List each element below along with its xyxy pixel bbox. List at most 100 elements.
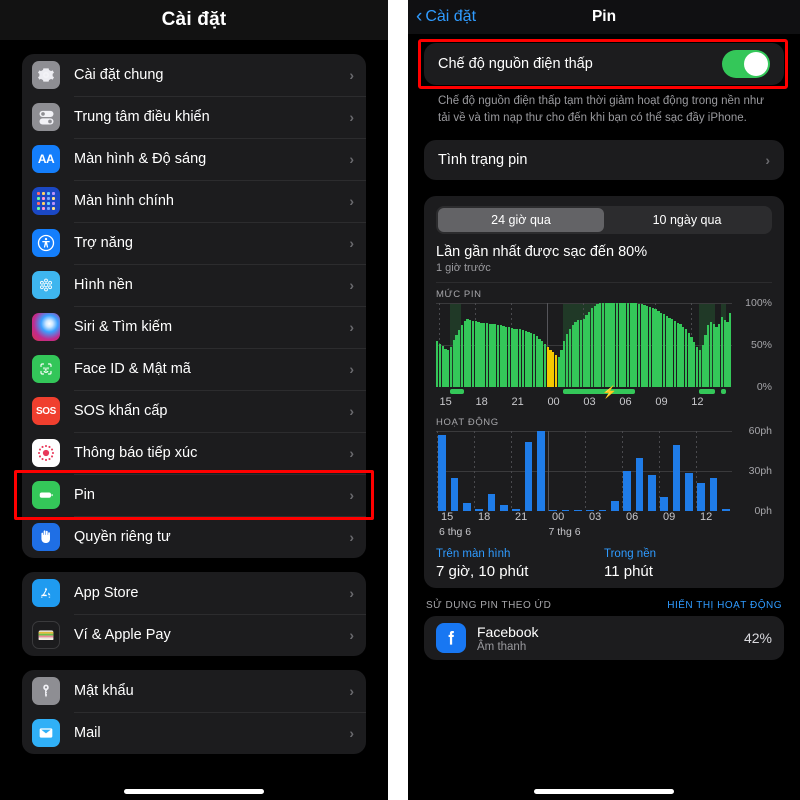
low-power-mode-footnote: Chế độ nguồn điện thấp tạm thời giảm hoạ… — [438, 95, 764, 124]
time-range-segmented-control[interactable]: 24 giờ qua 10 ngày qua — [436, 206, 772, 235]
y-tick-label: 30ph — [748, 465, 772, 478]
charging-segment — [720, 389, 727, 395]
chevron-right-icon: › — [349, 529, 354, 545]
chevron-right-icon: › — [349, 487, 354, 503]
activity-bar-slot — [498, 504, 510, 512]
low-power-mode-toggle[interactable] — [722, 50, 770, 78]
privacy-hand-icon — [32, 523, 60, 551]
chevron-right-icon: › — [349, 445, 354, 461]
stat-screen-on-key: Trên màn hình — [436, 548, 511, 561]
chevron-left-icon: ‹ — [416, 5, 423, 27]
chevron-right-icon: › — [349, 193, 354, 209]
sidebar-item-quy-n-ri-ng-t[interactable]: Quyền riêng tư › — [22, 516, 366, 558]
battery-content: Chế độ nguồn điện thấp Chế độ nguồn điện… — [408, 34, 800, 800]
activity-bar-slot — [535, 431, 547, 512]
home-indicator-left — [124, 789, 264, 794]
sidebar-item-sos-kh-n-c-p[interactable]: SOS SOS khẩn cấp › — [22, 390, 366, 432]
mail-icon — [32, 719, 60, 747]
chevron-right-icon: › — [349, 277, 354, 293]
sidebar-item-label: Trợ năng — [74, 235, 133, 251]
charging-segment — [563, 389, 636, 395]
sidebar-item-th-ng-b-o-ti-p-x-c[interactable]: Thông báo tiếp xúc › — [22, 432, 366, 474]
chevron-right-icon: › — [349, 403, 354, 419]
low-power-mode-card: Chế độ nguồn điện thấp — [424, 43, 784, 85]
chevron-right-icon: › — [349, 67, 354, 83]
y-tick-label: 100% — [745, 297, 772, 310]
activity-bar — [438, 435, 446, 512]
sidebar-item-label: Mật khẩu — [74, 683, 134, 699]
segment-10d[interactable]: 10 ngày qua — [604, 208, 770, 232]
screenshot-root: Cài đặt Cài đặt chung › Trung tâm điều khi… — [0, 0, 800, 800]
battery-level-chart-title: MỨC PIN — [436, 289, 482, 301]
stat-screen-on: Trên màn hình 7 giờ, 10 phút — [436, 548, 604, 580]
sidebar-item-m-t-kh-u[interactable]: Mật khẩu › — [22, 670, 366, 712]
chevron-right-icon: › — [349, 319, 354, 335]
x-tick-label: 21 — [514, 511, 528, 524]
activity-bar — [647, 475, 656, 512]
sidebar-item-label: Hình nền — [74, 277, 133, 293]
activity-bar — [450, 478, 459, 512]
activity-bar-slot — [658, 496, 670, 512]
gear-icon — [32, 61, 60, 89]
sidebar-item-label: Cài đặt chung — [74, 67, 164, 83]
back-button[interactable]: ‹ Cài đặt — [416, 5, 476, 27]
battery-level-chart: 0% 50% 100% ⚡ 15 18 21 00 03 06 09 12 — [436, 297, 772, 411]
activity-bar — [610, 500, 619, 512]
activity-y-axis: 0ph 30ph 60ph — [736, 425, 772, 517]
sidebar-item-app-store[interactable]: App Store › — [22, 572, 366, 614]
y-tick-label: 0ph — [754, 505, 772, 518]
sidebar-item-pin[interactable]: Pin › — [22, 474, 366, 516]
activity-bar-slot — [448, 478, 460, 512]
chevron-right-icon: › — [349, 361, 354, 377]
toggle-knob — [744, 52, 768, 76]
battery-level-plot — [436, 303, 732, 388]
usage-by-app-label: SỬ DỤNG PIN THEO ỨD — [426, 600, 552, 612]
activity-bar — [660, 496, 668, 512]
activity-day-labels: 6 thg 6 7 thg 6 — [436, 526, 732, 540]
battery-health-row[interactable]: Tình trạng pin › — [424, 140, 784, 180]
siri-icon — [32, 313, 60, 341]
settings-list[interactable]: Cài đặt chung › Trung tâm điều khiển › AA Màn… — [0, 40, 388, 800]
x-tick-label: 06 — [625, 511, 639, 524]
sidebar-item-label: Màn hình & Độ sáng — [74, 151, 207, 167]
charging-segment — [698, 389, 716, 395]
activity-chart-title: HOẠT ĐỘNG — [436, 417, 499, 429]
chevron-right-icon: › — [349, 627, 354, 643]
x-tick-label: 15 — [440, 511, 454, 524]
stat-background: Trong nền 11 phút — [604, 548, 772, 580]
sidebar-item-c-i-t-chung[interactable]: Cài đặt chung › — [22, 54, 366, 96]
activity-bar — [524, 442, 533, 512]
sidebar-item-v-apple-pay[interactable]: Ví & Apple Pay › — [22, 614, 366, 656]
last-charge-title: Lần gần nhất được sạc đến 80% — [436, 244, 648, 261]
activity-bar — [487, 494, 496, 512]
app-usage-row[interactable]: Facebook Âm thanh 42% — [424, 616, 784, 661]
sidebar-item-h-nh-n-n[interactable]: Hình nền › — [22, 264, 366, 306]
sidebar-item-face-id-m-t-m[interactable]: Face ID & Mật mã › — [22, 348, 366, 390]
sidebar-item-mail[interactable]: Mail › — [22, 712, 366, 754]
sidebar-item-m-n-h-nh-ch-nh[interactable]: Màn hình chính › — [22, 180, 366, 222]
usage-by-app-header: SỬ DỤNG PIN THEO ỨD HIỂN THỊ HOẠT ĐỘNG — [424, 600, 784, 611]
sidebar-item-m-n-h-nh-s-ng[interactable]: AA Màn hình & Độ sáng › — [22, 138, 366, 180]
face-id-icon — [32, 355, 60, 383]
battery-level-x-axis: 15 18 21 00 03 06 09 12 — [436, 396, 732, 411]
facebook-icon — [436, 623, 466, 654]
sidebar-item-trung-t-m-i-u-khi-n[interactable]: Trung tâm điều khiển › — [22, 96, 366, 138]
sidebar-item-label: Ví & Apple Pay — [74, 627, 171, 643]
sidebar-item-siri-t-m-ki-m[interactable]: Siri & Tìm kiếm › — [22, 306, 366, 348]
low-power-mode-row[interactable]: Chế độ nguồn điện thấp — [424, 43, 784, 85]
chevron-right-icon: › — [349, 109, 354, 125]
chevron-right-icon: › — [349, 585, 354, 601]
activity-chart: 0ph 30ph 60ph 15 18 21 00 03 06 09 12 6 thg 6 7 th… — [436, 425, 772, 540]
stat-background-key: Trong nền — [604, 548, 656, 561]
segment-24h[interactable]: 24 giờ qua — [438, 208, 604, 233]
x-tick-label: 03 — [588, 511, 602, 524]
activity-bar-slot — [461, 503, 473, 512]
activity-plot — [436, 431, 732, 512]
show-activity-button[interactable]: HIỂN THỊ HOẠT ĐỘNG — [667, 600, 782, 611]
chevron-right-icon: › — [765, 152, 770, 169]
sidebar-item-tr-n-ng[interactable]: Trợ năng › — [22, 222, 366, 264]
exposure-notification-icon — [32, 439, 60, 467]
battery-icon — [32, 481, 60, 509]
battery-health-card[interactable]: Tình trạng pin › — [424, 140, 784, 181]
activity-bar — [536, 431, 545, 512]
